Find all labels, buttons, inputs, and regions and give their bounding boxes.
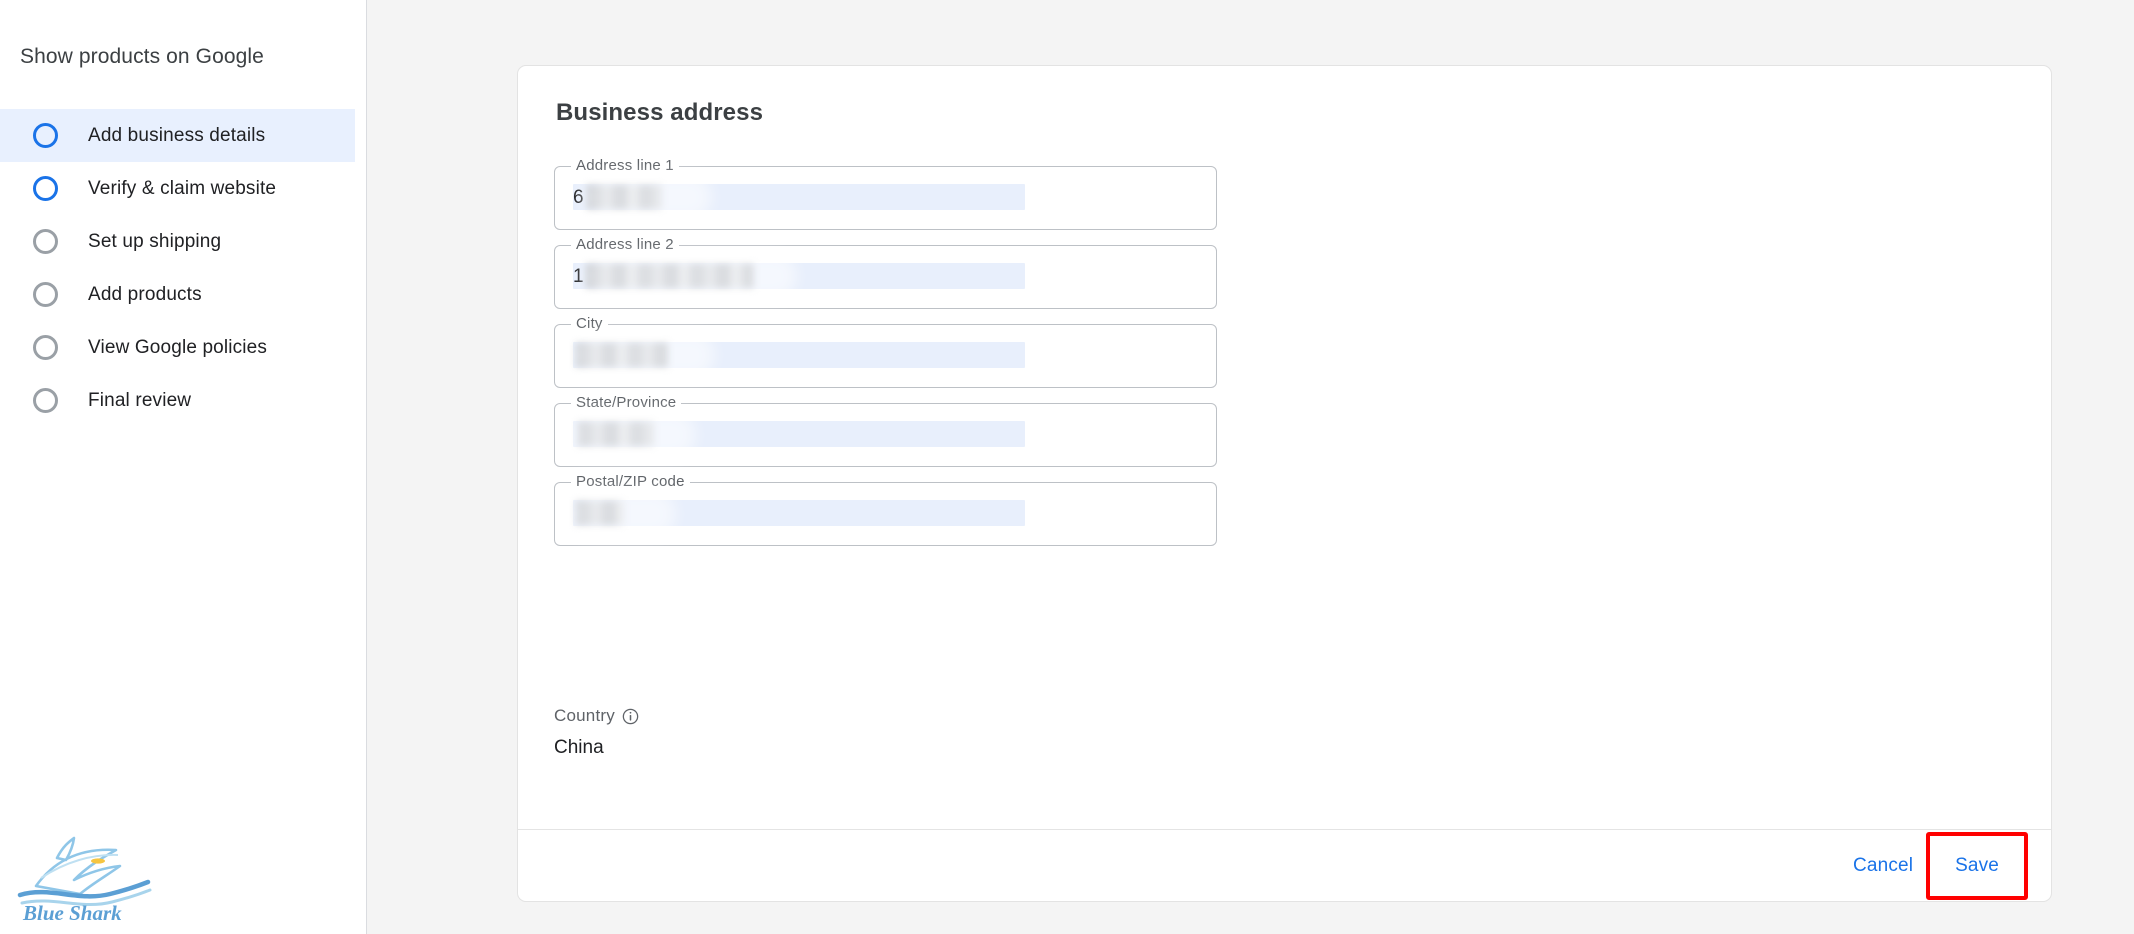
sidebar-item-label: Add business details <box>88 124 266 146</box>
save-button[interactable]: Save <box>1939 844 2015 888</box>
sidebar-item-label: View Google policies <box>88 336 268 358</box>
info-icon[interactable] <box>622 708 639 725</box>
sidebar: Show products on Google Add business det… <box>0 0 367 934</box>
field-value-text: 6 <box>573 186 584 208</box>
step-radio-icon <box>33 282 58 307</box>
redaction-blur <box>576 501 624 525</box>
cancel-button[interactable]: Cancel <box>1837 844 1929 888</box>
address-line-2-field[interactable]: Address line 2 1 <box>554 236 1217 309</box>
blue-shark-logo: Blue Shark <box>10 824 160 924</box>
field-label: Address line 1 <box>571 157 679 175</box>
sidebar-item-label: Set up shipping <box>88 230 222 252</box>
step-radio-icon <box>33 123 58 148</box>
step-radio-icon <box>33 229 58 254</box>
address-line-1-input[interactable]: 6 <box>573 184 1198 211</box>
step-radio-icon <box>33 176 58 201</box>
field-label: State/Province <box>571 394 682 412</box>
address-line-1-field[interactable]: Address line 1 6 <box>554 157 1217 230</box>
blue-shark-logo-icon: Blue Shark <box>17 836 152 924</box>
postal-zip-code-input[interactable] <box>573 500 1198 527</box>
content-area: Business address Address line 1 6 Addres… <box>367 0 2134 934</box>
redaction-blur <box>586 264 754 288</box>
address-form: Address line 1 6 Address line 2 1 City S… <box>554 157 1217 561</box>
step-radio-icon <box>33 388 58 413</box>
sidebar-item-view-google-policies[interactable]: View Google policies <box>0 321 355 374</box>
redaction-blur <box>576 343 668 367</box>
field-label: City <box>571 315 608 333</box>
logo-text: Blue Shark <box>22 901 122 924</box>
state-province-field[interactable]: State/Province <box>554 394 1217 467</box>
sidebar-item-label: Final review <box>88 389 192 411</box>
country-label-row: Country <box>554 706 639 726</box>
state-province-input[interactable] <box>573 421 1198 448</box>
page-title: Business address <box>556 99 764 126</box>
country-block: Country China <box>554 706 639 760</box>
sidebar-item-final-review[interactable]: Final review <box>0 374 355 427</box>
save-button-wrapper: Save <box>1926 831 2028 900</box>
sidebar-item-label: Verify & claim website <box>88 177 277 199</box>
business-address-card: Business address Address line 1 6 Addres… <box>517 65 2052 902</box>
sidebar-item-verify-claim-website[interactable]: Verify & claim website <box>0 162 355 215</box>
field-value-text: 1 <box>573 265 584 287</box>
redaction-blur <box>587 185 662 209</box>
sidebar-item-add-business-details[interactable]: Add business details <box>0 109 355 162</box>
step-radio-icon <box>33 335 58 360</box>
country-label: Country <box>554 706 615 725</box>
sidebar-item-label: Add products <box>88 283 202 305</box>
field-label: Address line 2 <box>571 236 679 254</box>
page-root: Show products on Google Add business det… <box>0 0 2134 934</box>
card-footer: Cancel Save <box>518 829 2051 901</box>
onboarding-step-list: Add business details Verify & claim webs… <box>0 109 355 427</box>
sidebar-item-set-up-shipping[interactable]: Set up shipping <box>0 215 355 268</box>
city-field[interactable]: City <box>554 315 1217 388</box>
sidebar-title: Show products on Google <box>20 45 264 68</box>
field-label: Postal/ZIP code <box>571 473 690 491</box>
redaction-blur <box>578 422 654 446</box>
sidebar-item-add-products[interactable]: Add products <box>0 268 355 321</box>
country-value: China <box>554 737 604 758</box>
postal-zip-code-field[interactable]: Postal/ZIP code <box>554 473 1217 546</box>
